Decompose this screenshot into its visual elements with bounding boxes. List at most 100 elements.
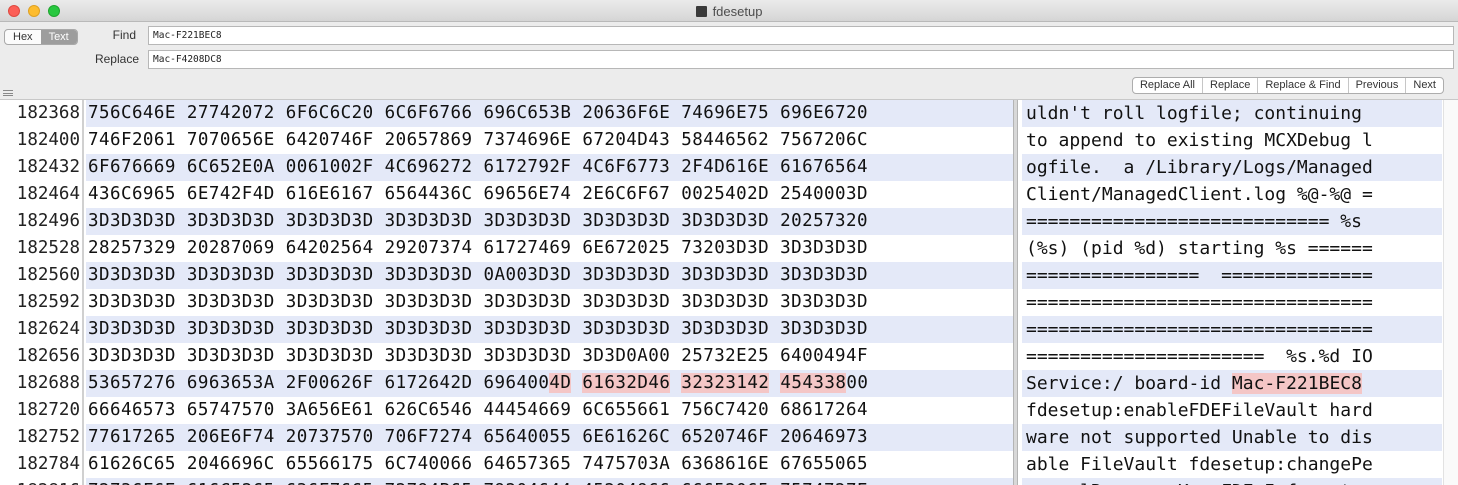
hex-row[interactable]: 182784 61626C65 2046696C 65566175 6C74006… xyxy=(0,451,1458,478)
find-match-highlight: 2 xyxy=(626,373,638,393)
previous-button[interactable]: Previous xyxy=(1347,78,1406,93)
row-offset: 182560 xyxy=(16,265,80,285)
find-match-highlight: 2 xyxy=(714,373,726,393)
hex-row[interactable]: 182592 3D3D3D3D 3D3D3D3D 3D3D3D3D 3D3D3D3… xyxy=(0,289,1458,316)
replace-input[interactable]: Mac-F4208DC8 xyxy=(148,50,1454,69)
hex-row[interactable]: 182496 3D3D3D3D 3D3D3D3D 3D3D3D3D 3D3D3D3… xyxy=(0,208,1458,235)
document-icon xyxy=(695,6,707,17)
next-button[interactable]: Next xyxy=(1405,78,1443,93)
row-offset: 182752 xyxy=(16,427,80,447)
row-offset: 182784 xyxy=(16,454,80,474)
hex-row[interactable]: 182560 3D3D3D3D 3D3D3D3D 3D3D3D3D 3D3D3D3… xyxy=(0,262,1458,289)
ascii-text[interactable]: ================================ xyxy=(1026,316,1373,343)
hex-text-mode-control: Hex Text xyxy=(4,29,78,45)
replace-label: Replace xyxy=(94,52,139,66)
ascii-text[interactable]: ware not supported Unable to dis xyxy=(1026,424,1373,451)
hex-bytes[interactable]: 756C646E 27742072 6F6C6C20 6C6F6766 696C… xyxy=(88,100,868,127)
offset-gutter-divider xyxy=(82,100,84,485)
find-match-highlight: 4 xyxy=(802,373,814,393)
hex-mode-button[interactable]: Hex xyxy=(5,30,41,44)
find-match-highlight: 2 xyxy=(692,373,704,393)
hex-bytes[interactable]: 3D3D3D3D 3D3D3D3D 3D3D3D3D 3D3D3D3D 3D3D… xyxy=(88,208,868,235)
find-match-highlight: 8 xyxy=(835,373,847,393)
find-match-highlight: 6 xyxy=(604,373,616,393)
find-label: Find xyxy=(112,28,136,42)
hex-editor-view[interactable]: 182368 756C646E 27742072 6F6C6C20 6C6F676… xyxy=(0,100,1458,485)
hex-bytes[interactable]: 436C6965 6E742F4D 616E6167 6564436C 6965… xyxy=(88,181,868,208)
hex-row[interactable]: 182752 77617265 206E6F74 20737570 706F727… xyxy=(0,424,1458,451)
replace-button[interactable]: Replace xyxy=(1202,78,1257,93)
find-match-highlight: D xyxy=(637,373,649,393)
find-match-highlight: Mac-F221BEC8 xyxy=(1231,373,1362,394)
ascii-text[interactable]: ====================== %s.%d IO xyxy=(1026,343,1373,370)
hex-bytes[interactable]: 3D3D3D3D 3D3D3D3D 3D3D3D3D 3D3D3D3D 3D3D… xyxy=(88,316,868,343)
find-match-highlight: 2 xyxy=(758,373,770,393)
hex-bytes[interactable]: 3D3D3D3D 3D3D3D3D 3D3D3D3D 3D3D3D3D 0A00… xyxy=(88,262,868,289)
hex-bytes[interactable]: 28257329 20287069 64202564 29207374 6172… xyxy=(88,235,868,262)
title-bar: fdesetup xyxy=(0,0,1458,22)
hex-ascii-splitter[interactable] xyxy=(1013,100,1018,485)
hex-row[interactable]: 182368 756C646E 27742072 6F6C6C20 6C6F676… xyxy=(0,100,1458,127)
hex-row[interactable]: 182720 66646573 65747570 3A656E61 626C654… xyxy=(0,397,1458,424)
find-match-highlight: 3 xyxy=(725,373,737,393)
row-offset: 182592 xyxy=(16,292,80,312)
ascii-text[interactable]: rsonalRecoveryKey FDE Info entry xyxy=(1026,478,1373,485)
find-match-highlight: 4 xyxy=(549,373,561,393)
hex-bytes[interactable]: 746F2061 7070656E 6420746F 20657869 7374… xyxy=(88,127,868,154)
find-match-highlight: 4 xyxy=(780,373,792,393)
ascii-text[interactable]: fdesetup:enableFDEFileVault hard xyxy=(1026,397,1373,424)
find-match-highlight: 3 xyxy=(824,373,836,393)
row-offset: 182368 xyxy=(16,103,80,123)
hex-bytes[interactable]: 66646573 65747570 3A656E61 626C6546 4445… xyxy=(88,397,868,424)
hex-row[interactable]: 182432 6F676669 6C652E0A 0061002F 4C69627… xyxy=(0,154,1458,181)
hex-row[interactable]: 182400 746F2061 7070656E 6420746F 2065786… xyxy=(0,127,1458,154)
find-replace-bar: Hex Text Find Mac-F221BEC8 Replace Mac-F… xyxy=(0,22,1458,100)
row-offset: 182720 xyxy=(16,400,80,420)
row-offset: 182400 xyxy=(16,130,80,150)
text-mode-button[interactable]: Text xyxy=(40,30,77,44)
ascii-text[interactable]: ================ ============== xyxy=(1026,262,1373,289)
hex-row[interactable]: 182464 436C6965 6E742F4D 616E6167 6564436… xyxy=(0,181,1458,208)
find-match-highlight: 6 xyxy=(582,373,594,393)
find-actions: Replace All Replace Replace & Find Previ… xyxy=(1131,77,1444,94)
ascii-text[interactable]: able FileVault fdesetup:changePe xyxy=(1026,451,1373,478)
find-match-highlight: 1 xyxy=(736,373,748,393)
find-match-highlight: D xyxy=(560,373,572,393)
vertical-scrollbar[interactable] xyxy=(1443,100,1458,485)
hex-row[interactable]: 182816 72736F6E 616C5265 636F7665 72794B6… xyxy=(0,478,1458,485)
ascii-text[interactable]: ================================ xyxy=(1026,289,1373,316)
hex-row[interactable]: 182624 3D3D3D3D 3D3D3D3D 3D3D3D3D 3D3D3D3… xyxy=(0,316,1458,343)
ascii-text[interactable]: to append to existing MCXDebug l xyxy=(1026,127,1373,154)
find-match-highlight: 3 xyxy=(681,373,693,393)
find-input[interactable]: Mac-F221BEC8 xyxy=(148,26,1454,45)
hex-bytes[interactable]: 77617265 206E6F74 20737570 706F7274 6564… xyxy=(88,424,868,451)
hex-row[interactable]: 182688 53657276 6963653A 2F00626F 6172642… xyxy=(0,370,1458,397)
find-match-highlight: 4 xyxy=(747,373,759,393)
row-offset: 182816 xyxy=(0,478,80,485)
resize-grip-icon[interactable] xyxy=(3,90,13,96)
ascii-text[interactable]: Client/ManagedClient.log %@-%@ = xyxy=(1026,181,1373,208)
find-match-highlight: 3 xyxy=(615,373,627,393)
ascii-text[interactable]: Service:/ board-id Mac-F221BEC8 xyxy=(1026,370,1373,397)
row-offset: 182528 xyxy=(16,238,80,258)
window-title: fdesetup xyxy=(0,4,1458,19)
ascii-text[interactable]: ============================ %s xyxy=(1026,208,1373,235)
hex-bytes[interactable]: 53657276 6963653A 2F00626F 6172642D 6964… xyxy=(88,370,868,397)
ascii-text[interactable]: ogfile. a /Library/Logs/Managed xyxy=(1026,154,1373,181)
find-match-highlight: 4 xyxy=(648,373,660,393)
hex-bytes[interactable]: 3D3D3D3D 3D3D3D3D 3D3D3D3D 3D3D3D3D 3D3D… xyxy=(88,343,868,370)
replace-and-find-button[interactable]: Replace & Find xyxy=(1257,78,1347,93)
row-offset: 182464 xyxy=(16,184,80,204)
ascii-text[interactable]: (%s) (pid %d) starting %s ====== xyxy=(1026,235,1373,262)
hex-bytes[interactable]: 61626C65 2046696C 65566175 6C740066 6465… xyxy=(88,451,868,478)
row-offset: 182432 xyxy=(16,157,80,177)
hex-bytes[interactable]: 6F676669 6C652E0A 0061002F 4C696272 6172… xyxy=(88,154,868,181)
replace-all-button[interactable]: Replace All xyxy=(1133,78,1202,93)
find-match-highlight: 3 xyxy=(813,373,825,393)
find-match-highlight: 5 xyxy=(791,373,803,393)
ascii-text[interactable]: uldn't roll logfile; continuing xyxy=(1026,100,1362,127)
hex-bytes[interactable]: 3D3D3D3D 3D3D3D3D 3D3D3D3D 3D3D3D3D 3D3D… xyxy=(88,289,868,316)
hex-row[interactable]: 182528 28257329 20287069 64202564 2920737… xyxy=(0,235,1458,262)
hex-row[interactable]: 182656 3D3D3D3D 3D3D3D3D 3D3D3D3D 3D3D3D3… xyxy=(0,343,1458,370)
hex-bytes[interactable]: 72736F6E 616C5265 636F7665 72794B65 7920… xyxy=(88,478,868,485)
